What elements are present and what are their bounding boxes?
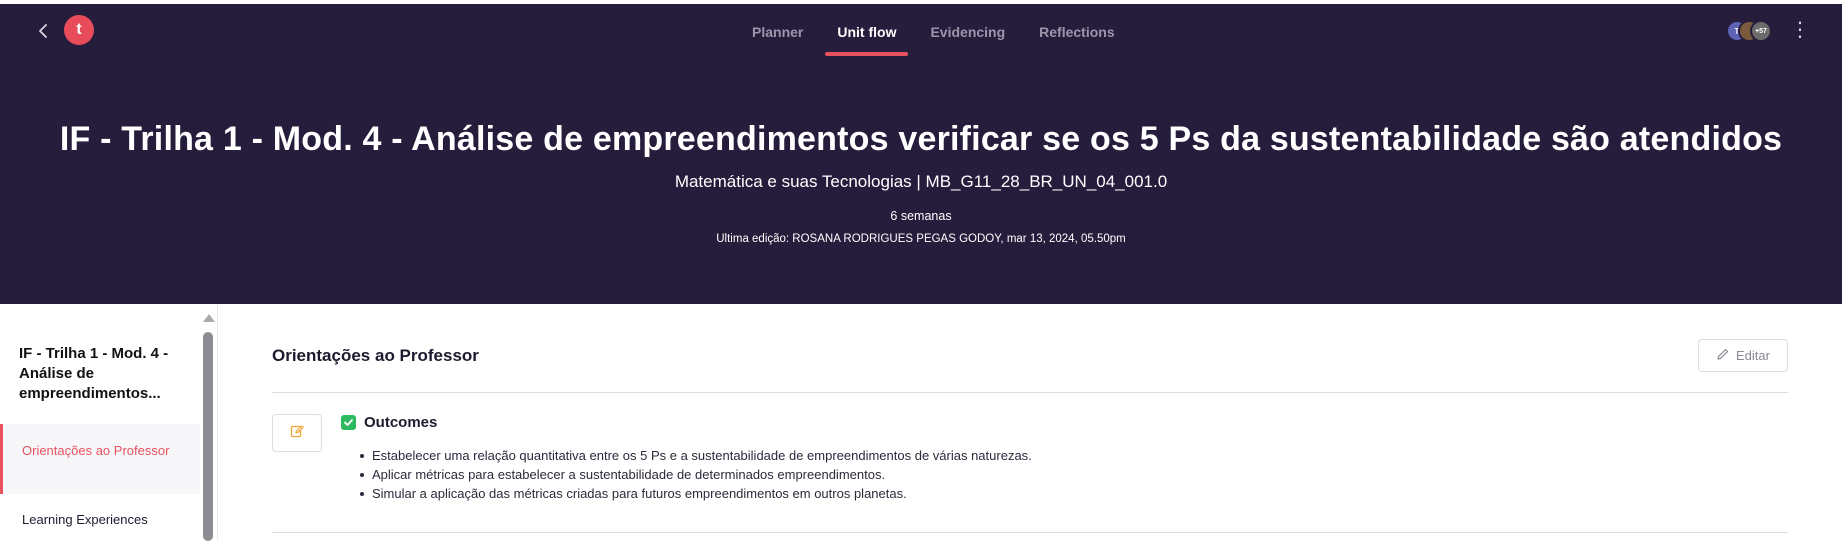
logo-tail — [86, 24, 94, 36]
divider — [272, 532, 1788, 533]
edit-button-label: Editar — [1736, 348, 1770, 363]
last-edited: Ultima edição: ROSANA RODRIGUES PEGAS GO… — [716, 233, 1126, 245]
list-item: Estabelecer uma relação quantitativa ent… — [360, 448, 1032, 463]
list-item: Simular a aplicação das métricas criadas… — [360, 484, 1032, 503]
scroll-up-arrow-icon[interactable] — [203, 314, 215, 322]
edit-button[interactable]: Editar — [1698, 339, 1788, 372]
outcomes-heading: Outcomes — [364, 414, 438, 431]
section-title: Orientações ao Professor — [272, 346, 479, 365]
unit-tabs: Planner Unit flow Evidencing Reflections — [735, 22, 1132, 56]
tab-planner[interactable]: Planner — [735, 22, 820, 56]
unit-header: t Planner Unit flow Evidencing Reflectio… — [0, 0, 1842, 304]
tab-evidencing[interactable]: Evidencing — [913, 22, 1022, 56]
logo-letter: t — [76, 21, 82, 38]
unit-duration: 6 semanas — [890, 209, 952, 223]
unit-sidebar: IF - Trilha 1 - Mod. 4 - Análise de empr… — [0, 304, 218, 541]
edit-note-icon — [289, 423, 305, 444]
checkbox-checked-icon[interactable] — [341, 415, 356, 430]
edit-note-button[interactable] — [272, 414, 322, 452]
sidebar-item-orientacoes[interactable]: Orientações ao Professor — [0, 424, 200, 494]
unit-title: IF - Trilha 1 - Mod. 4 - Análise de empr… — [59, 120, 1783, 158]
scroll-thumb[interactable] — [203, 332, 213, 541]
pencil-icon — [1716, 347, 1730, 364]
back-arrow-icon[interactable] — [32, 19, 56, 43]
tab-reflections[interactable]: Reflections — [1022, 22, 1131, 56]
sidebar-scrollbar[interactable] — [202, 304, 215, 541]
collaborator-avatars[interactable]: T +57 — [1726, 20, 1786, 44]
sidebar-title: IF - Trilha 1 - Mod. 4 - Análise de empr… — [19, 345, 169, 402]
divider — [272, 392, 1788, 393]
outcomes-list: Estabelecer uma relação quantitativa ent… — [360, 446, 1032, 503]
avatar-more-count[interactable]: +57 — [1750, 20, 1772, 42]
list-item: Aplicar métricas para estabelecer a sust… — [360, 465, 1032, 484]
more-options-icon[interactable]: ⋮ — [1790, 18, 1810, 42]
tab-unit-flow[interactable]: Unit flow — [820, 22, 913, 56]
top-border — [0, 0, 1842, 4]
unit-subtitle: Matemática e suas Tecnologias | MB_G11_2… — [674, 172, 1168, 191]
sidebar-item-learning-experiences[interactable]: Learning Experiences — [0, 511, 200, 529]
